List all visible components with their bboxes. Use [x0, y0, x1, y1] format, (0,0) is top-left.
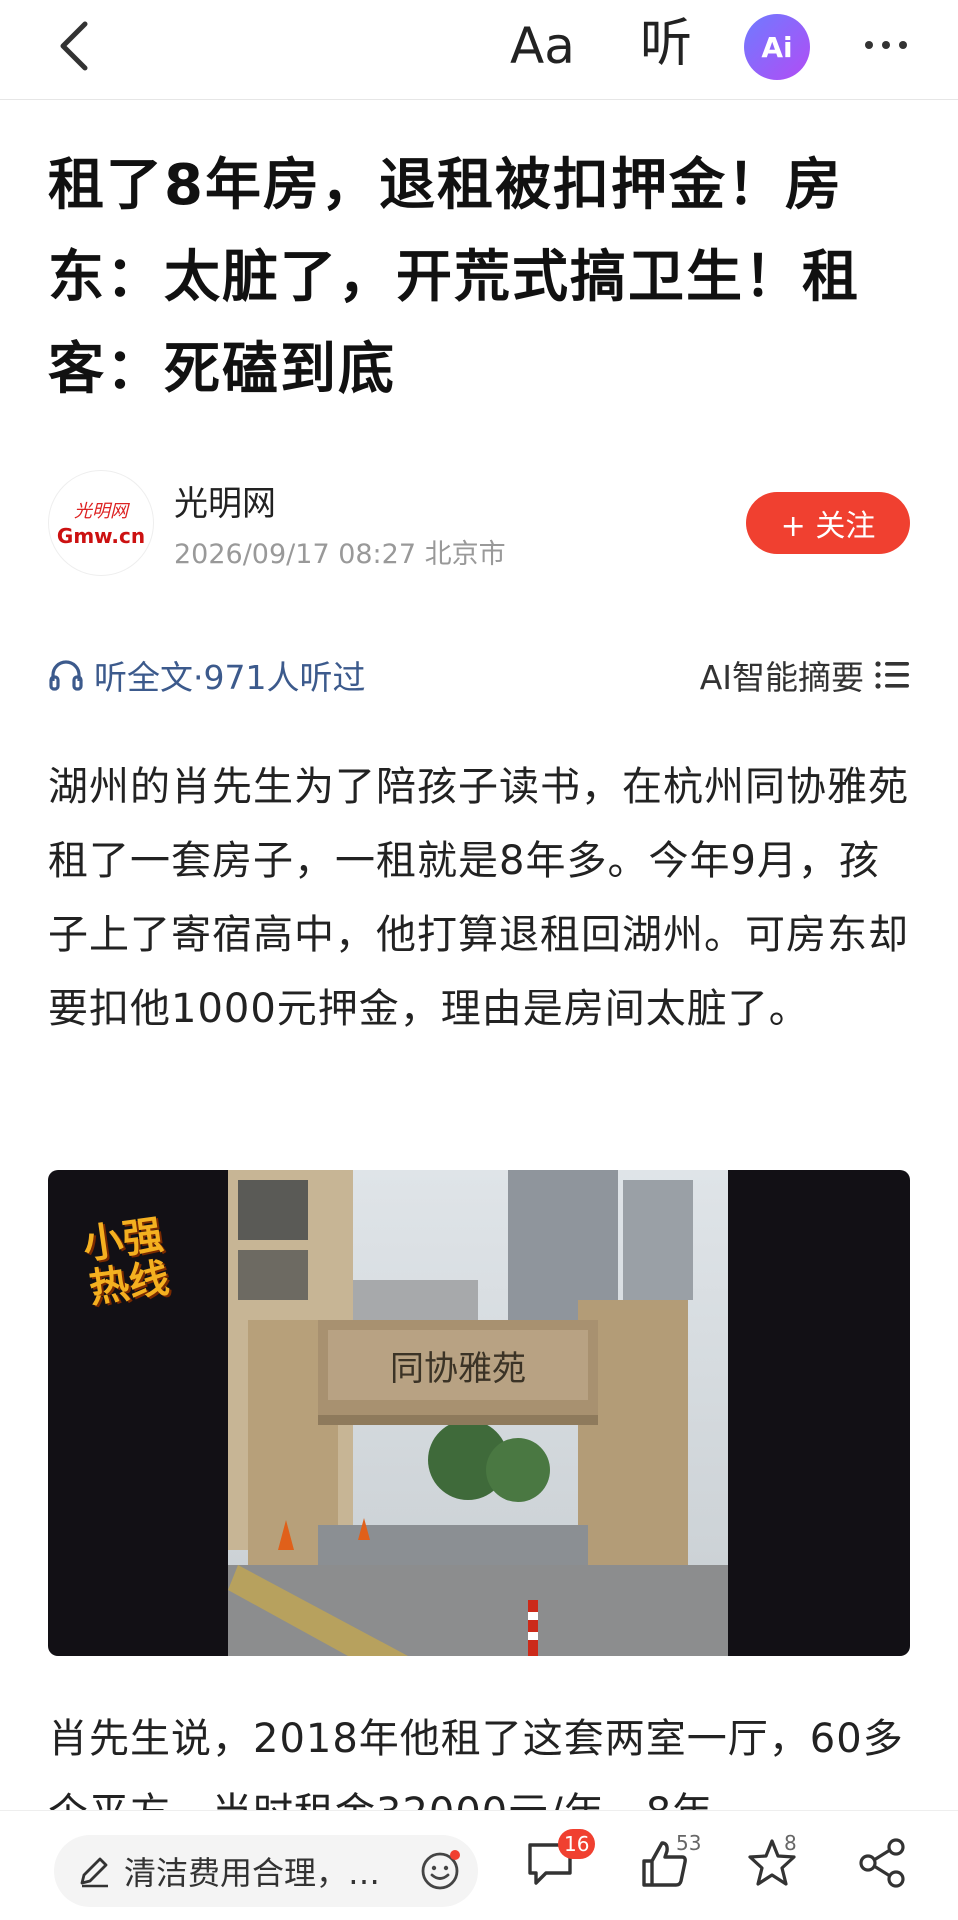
back-button[interactable] — [44, 16, 104, 76]
publish-meta: 2026/09/17 08:27 北京市 — [174, 539, 506, 570]
ai-icon: Ai — [761, 30, 793, 64]
article-paragraph-1: 湖州的肖先生为了陪孩子读书，在杭州同协雅苑租了一套房子，一租就是8年多。今年9月… — [48, 764, 909, 1032]
font-size-button[interactable]: Aa — [510, 14, 575, 78]
article-video[interactable]: 小强 热线 同协雅苑 — [48, 1170, 910, 1656]
follow-button[interactable]: + 关注 — [746, 492, 910, 554]
ai-assistant-button[interactable]: Ai — [744, 14, 810, 80]
comment-count-badge: 16 — [558, 1829, 596, 1859]
listen-label: 听全文·971人听过 — [94, 658, 366, 697]
bottom-action-bar: 清洁费用合理，… 16 53 8 — [0, 1810, 958, 1920]
list-icon — [875, 661, 909, 689]
comment-placeholder: 清洁费用合理，… — [124, 1854, 381, 1892]
svg-text:光明网: 光明网 — [74, 501, 130, 522]
author-row: 光明网 Gmw.cn 光明网 2026/09/17 08:27 北京市 + 关注 — [48, 470, 918, 580]
top-nav-bar: Aa 听 Ai — [0, 0, 958, 100]
video-frame-image: 同协雅苑 — [228, 1170, 728, 1656]
like-button[interactable]: 53 — [636, 1831, 701, 1899]
favorite-count: 8 — [784, 1831, 797, 1855]
ai-summary-button[interactable]: AI智能摘要 — [700, 650, 910, 700]
svg-text:同协雅苑: 同协雅苑 — [390, 1349, 526, 1389]
article-title: 租了8年房，退租被扣押金！房东：太脏了，开荒式搞卫生！租客：死磕到底 — [48, 153, 860, 402]
pencil-icon — [80, 1857, 108, 1888]
listen-full-text-button[interactable]: 听全文·971人听过 — [48, 650, 365, 700]
comment-input[interactable]: 清洁费用合理，… — [54, 1835, 478, 1907]
video-channel-logo: 小强 热线 — [80, 1211, 172, 1313]
author-name[interactable]: 光明网 — [174, 476, 276, 525]
headphones-icon — [49, 660, 83, 691]
like-count: 53 — [676, 1831, 702, 1855]
share-icon — [859, 1838, 905, 1888]
svg-text:Gmw.cn: Gmw.cn — [57, 524, 145, 548]
favorite-button[interactable]: 8 — [744, 1831, 808, 1899]
guangming-logo: 光明网 Gmw.cn — [57, 501, 145, 548]
more-options-button[interactable] — [854, 20, 918, 70]
emoji-icon[interactable] — [418, 1849, 462, 1893]
share-button[interactable] — [854, 1835, 918, 1899]
listen-button[interactable]: 听 — [640, 12, 692, 76]
ai-summary-label: AI智能摘要 — [699, 658, 864, 697]
more-dots-icon — [865, 41, 873, 49]
chevron-left-icon — [60, 21, 88, 71]
comments-button[interactable]: 16 — [522, 1829, 596, 1899]
author-avatar[interactable]: 光明网 Gmw.cn — [48, 470, 154, 576]
